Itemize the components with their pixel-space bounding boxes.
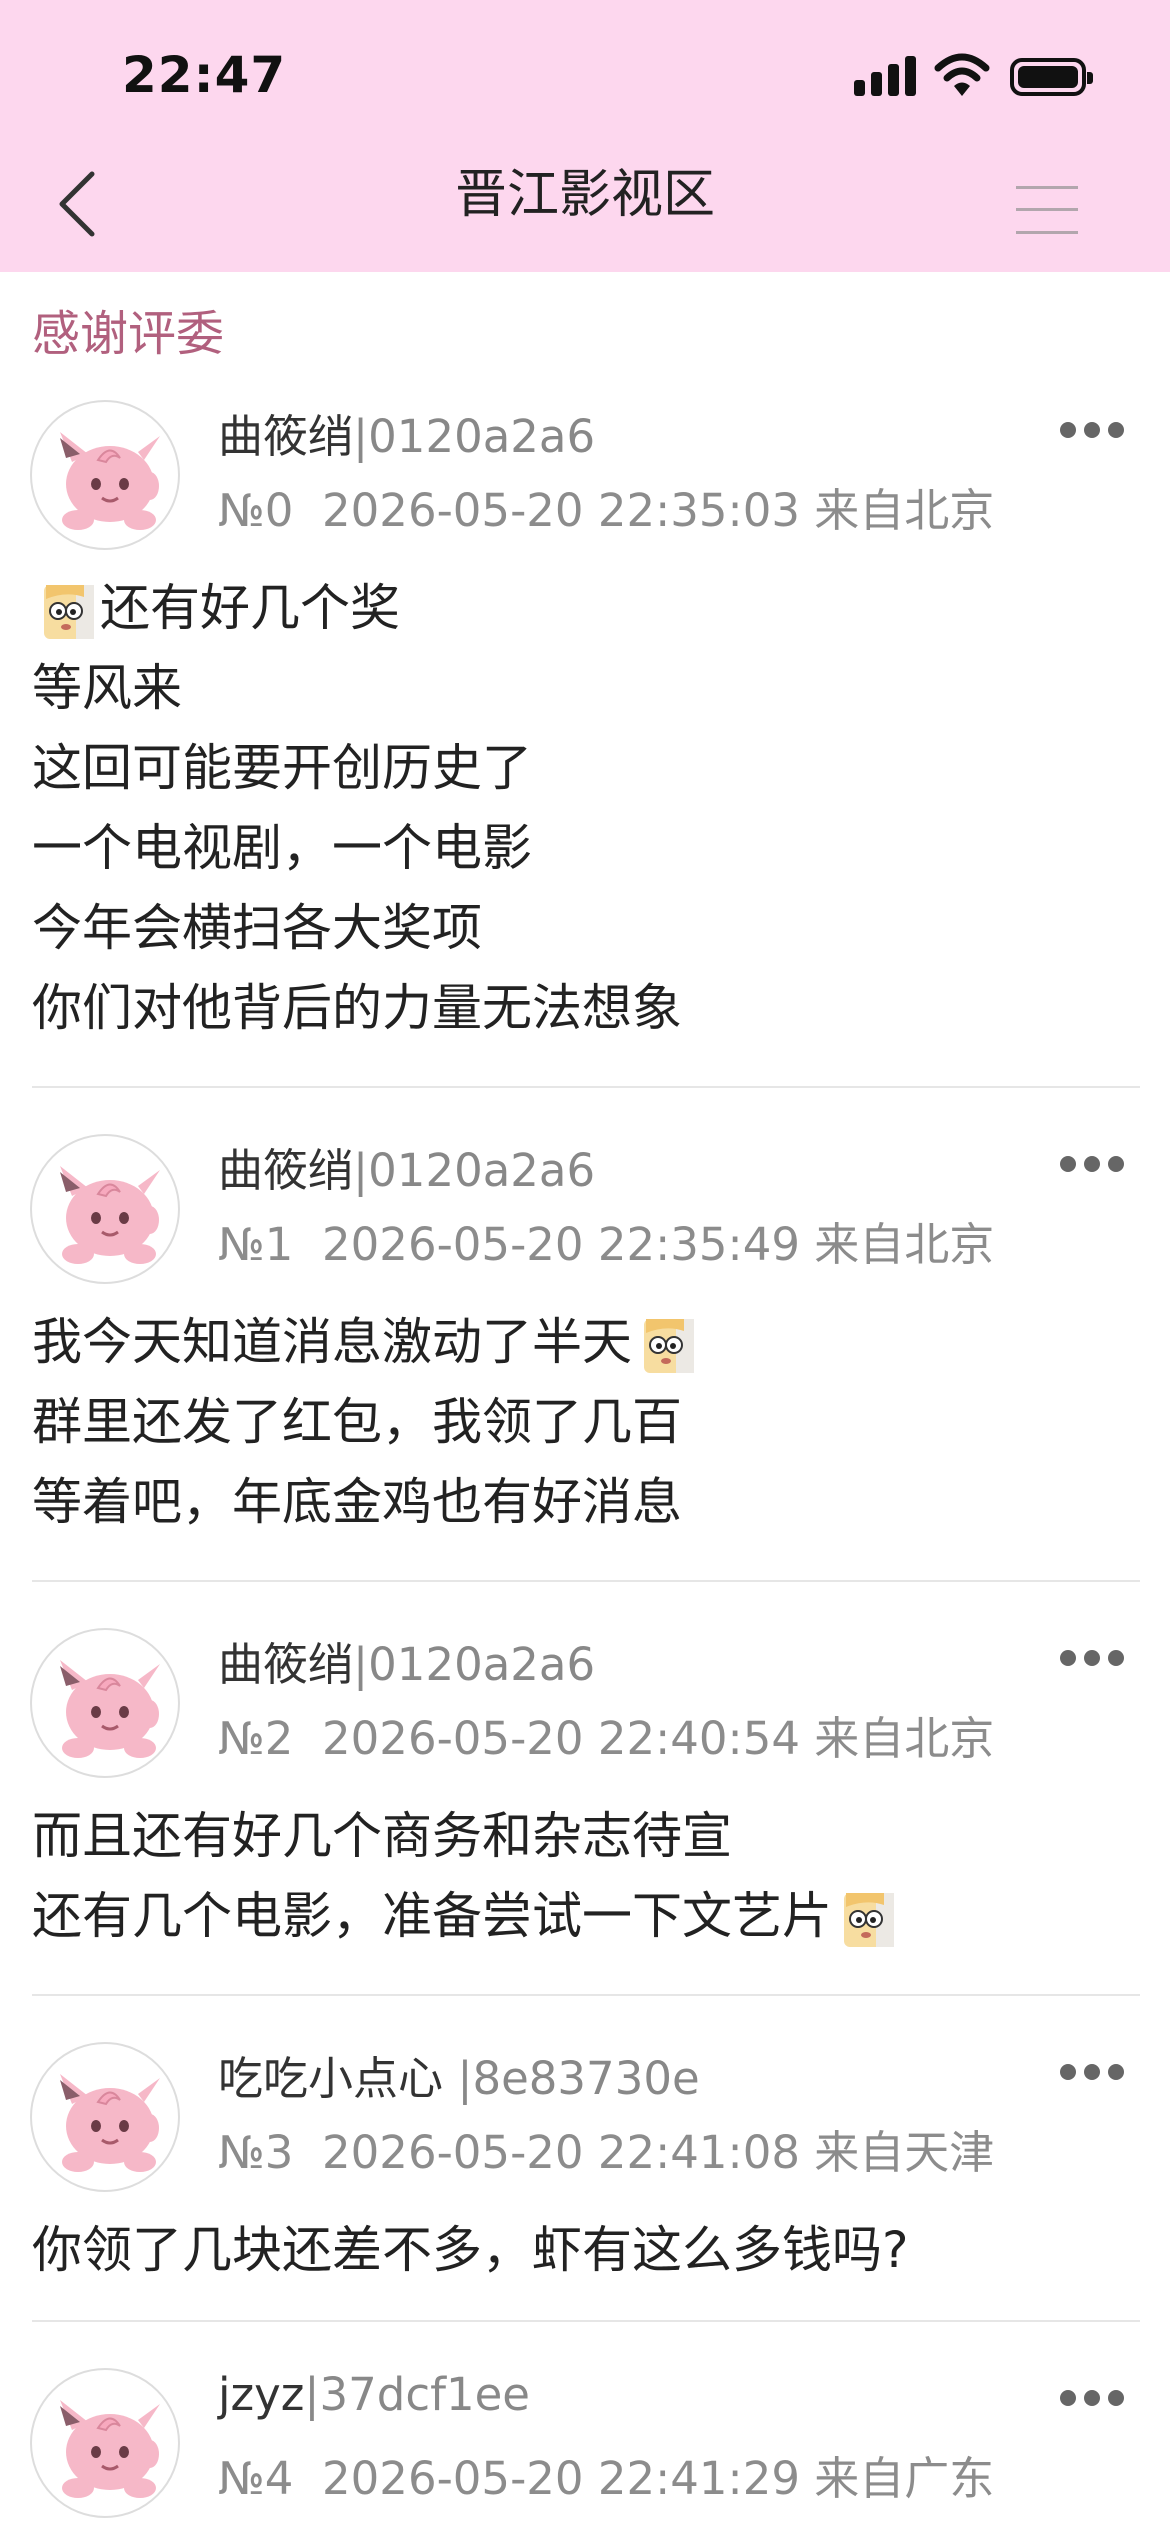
post-meta: №1 2026-05-20 22:35:49 来自北京 [218,1208,994,1273]
post-author[interactable]: jzyz|37dcf1ee [218,2368,530,2421]
peeking-face-sticker-icon [36,581,96,643]
author-id: |0120a2a6 [353,1638,596,1691]
content-line: 我今天知道消息激动了半天 [32,1302,700,1382]
post-location: 来自北京 [814,484,995,537]
avatar[interactable] [30,1134,180,1284]
content-line: 等风来 [32,659,182,717]
floor-number: №0 [218,484,294,537]
more-dots-icon[interactable] [1060,2388,1124,2408]
post-location: 来自广东 [814,2452,995,2505]
post-meta: №4 2026-05-20 22:41:29 来自广东 [218,2442,994,2507]
post-location: 来自天津 [814,2126,995,2179]
floor-number: №2 [218,1712,294,1765]
author-id: |37dcf1ee [304,2368,530,2421]
post-content: 还有好几个奖 等风来 这回可能要开创历史了 一个电视剧，一个电影 今年会横扫各大… [32,568,682,1048]
content-line: 一个电视剧，一个电影 [32,819,532,877]
floor-number: №4 [218,2452,294,2505]
wifi-icon [934,53,990,96]
content-line: 等着吧，年底金鸡也有好消息 [32,1473,682,1531]
post-author[interactable]: 曲筱绡|0120a2a6 [218,1134,595,1199]
content-line: 这回可能要开创历史了 [32,739,532,797]
more-dots-icon[interactable] [1060,2062,1124,2082]
divider [32,1580,1140,1582]
author-name: 曲筱绡 [218,410,354,463]
floor-number: №3 [218,2126,294,2179]
avatar[interactable] [30,2368,180,2518]
content-line: 还有好几个奖 [32,568,682,648]
post-meta: №3 2026-05-20 22:41:08 来自天津 [218,2116,994,2181]
post-content: 你领了几块还差不多，虾有这么多钱吗? [32,2210,909,2290]
post-location: 来自北京 [814,1218,995,1271]
post-timestamp: 2026-05-20 22:41:29 [322,2452,800,2505]
post-timestamp: 2026-05-20 22:35:03 [322,484,800,537]
divider [32,1086,1140,1088]
content-line: 你们对他背后的力量无法想象 [32,979,682,1037]
author-name: 吃吃小点心 [218,2052,444,2105]
top-navigation-bar: 22:47 晋江影视区 [0,0,1170,272]
content-line: 还有几个电影，准备尝试一下文艺片 [32,1876,900,1956]
author-name: 曲筱绡 [218,1638,354,1691]
hamburger-icon[interactable] [1016,186,1078,234]
peeking-face-sticker-icon [636,1315,696,1377]
divider [32,2320,1140,2322]
author-name: jzyz [218,2368,305,2421]
more-dots-icon[interactable] [1060,420,1124,440]
content-line: 群里还发了红包，我领了几百 [32,1393,682,1451]
divider [32,1994,1140,1996]
status-time: 22:47 [122,46,287,104]
post-timestamp: 2026-05-20 22:40:54 [322,1712,800,1765]
thread-title: 感谢评委 [32,306,225,362]
more-dots-icon[interactable] [1060,1648,1124,1668]
battery-icon [1010,58,1093,96]
author-id: |0120a2a6 [353,410,596,463]
post-author[interactable]: 曲筱绡|0120a2a6 [218,1628,595,1693]
page-title: 晋江影视区 [454,165,715,225]
post-timestamp: 2026-05-20 22:41:08 [322,2126,800,2179]
avatar[interactable] [30,1628,180,1778]
avatar[interactable] [30,400,180,550]
peeking-face-sticker-icon [836,1889,896,1951]
post-author[interactable]: 吃吃小点心 |8e83730e [218,2042,700,2107]
floor-number: №1 [218,1218,294,1271]
avatar[interactable] [30,2042,180,2192]
more-dots-icon[interactable] [1060,1154,1124,1174]
content-line: 今年会横扫各大奖项 [32,899,482,957]
author-id: |8e83730e [443,2052,700,2105]
post-timestamp: 2026-05-20 22:35:49 [322,1218,800,1271]
author-id: |0120a2a6 [353,1144,596,1197]
post-meta: №2 2026-05-20 22:40:54 来自北京 [218,1702,994,1767]
author-name: 曲筱绡 [218,1144,354,1197]
post-meta: №0 2026-05-20 22:35:03 来自北京 [218,474,994,539]
content-line: 你领了几块还差不多，虾有这么多钱吗? [32,2221,909,2279]
content-line: 而且还有好几个商务和杂志待宣 [32,1807,732,1865]
post-content: 而且还有好几个商务和杂志待宣 还有几个电影，准备尝试一下文艺片 [32,1796,900,1956]
signal-icon [854,56,916,96]
post-location: 来自北京 [814,1712,995,1765]
post-author[interactable]: 曲筱绡|0120a2a6 [218,400,595,465]
post-content: 我今天知道消息激动了半天 群里还发了红包，我领了几百 等着吧，年底金鸡也有好消息 [32,1302,700,1542]
